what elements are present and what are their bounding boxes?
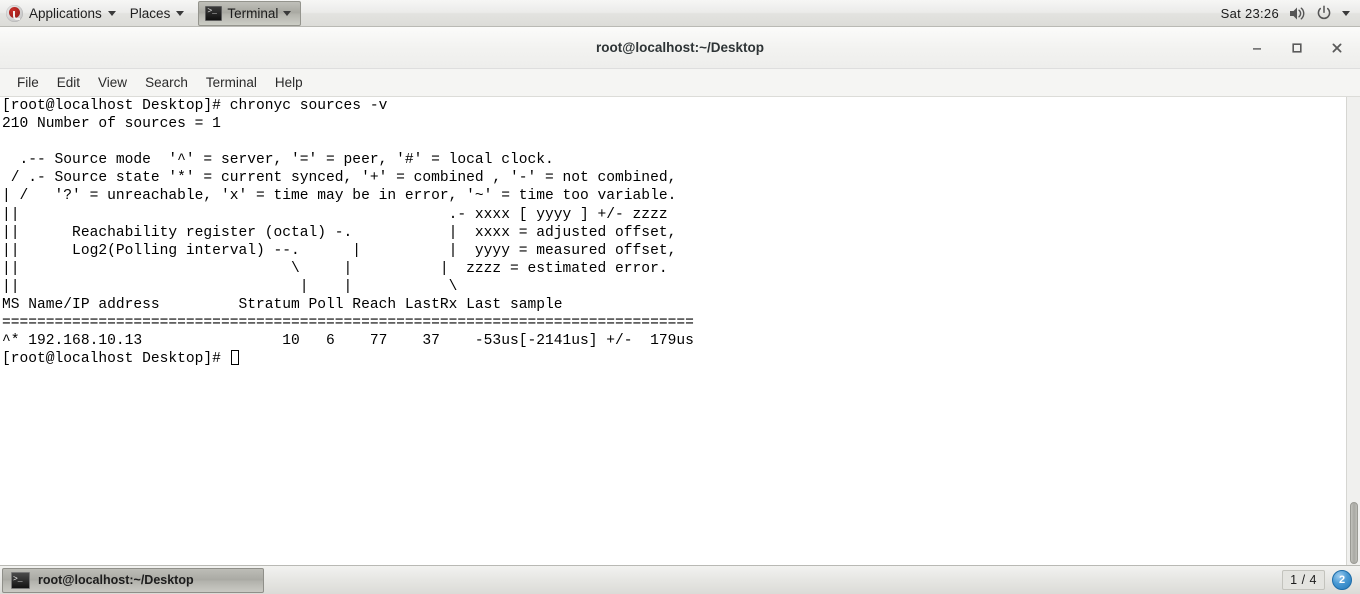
chevron-down-icon (107, 10, 116, 16)
terminal-icon (11, 571, 30, 589)
panel-window-button-label: Terminal (227, 5, 279, 21)
chevron-down-icon (176, 10, 185, 16)
terminal-cursor (230, 350, 239, 366)
power-icon[interactable] (1316, 5, 1332, 21)
speaker-icon[interactable] (1289, 6, 1306, 21)
menu-bar: File Edit View Search Terminal Help (0, 69, 1360, 97)
menu-file[interactable]: File (8, 72, 48, 93)
chevron-down-icon (283, 10, 292, 16)
terminal-scrollbar[interactable] (1346, 97, 1360, 565)
fedora-logo-icon (6, 4, 23, 22)
maximize-button[interactable] (1288, 39, 1306, 57)
terminal-output-area[interactable]: [root@localhost Desktop]# chronyc source… (0, 97, 1360, 565)
applications-menu-label: Applications (29, 5, 102, 21)
window-controls (1248, 27, 1346, 68)
window-titlebar[interactable]: root@localhost:~/Desktop (0, 27, 1360, 69)
taskbar-item-terminal[interactable]: root@localhost:~/Desktop (2, 567, 264, 593)
menu-terminal[interactable]: Terminal (197, 72, 266, 93)
top-panel: Applications Places Terminal Sat 23:26 (0, 0, 1360, 27)
applications-menu[interactable]: Applications (0, 0, 124, 27)
terminal-icon (205, 5, 223, 21)
menu-search[interactable]: Search (136, 72, 197, 93)
chevron-down-icon[interactable] (1342, 10, 1350, 16)
menu-view[interactable]: View (89, 72, 136, 93)
terminal-window: root@localhost:~/Desktop File Edit View … (0, 27, 1360, 565)
clock[interactable]: Sat 23:26 (1221, 6, 1279, 21)
workspace-switcher[interactable]: 1 / 4 (1282, 570, 1325, 590)
places-menu[interactable]: Places (124, 0, 193, 27)
menu-edit[interactable]: Edit (48, 72, 89, 93)
menu-help[interactable]: Help (266, 72, 312, 93)
places-menu-label: Places (129, 5, 171, 21)
notification-badge[interactable]: 2 (1332, 570, 1352, 590)
scrollbar-thumb[interactable] (1350, 502, 1358, 564)
taskbar-item-label: root@localhost:~/Desktop (38, 573, 194, 587)
bottom-status-area: 1 / 4 2 (1282, 570, 1360, 590)
window-title: root@localhost:~/Desktop (595, 40, 765, 55)
terminal-text: [root@localhost Desktop]# chronyc source… (2, 98, 694, 368)
minimize-button[interactable] (1248, 39, 1266, 57)
bottom-panel: root@localhost:~/Desktop 1 / 4 2 (0, 565, 1360, 594)
panel-window-button-terminal[interactable]: Terminal (198, 0, 302, 26)
panel-status-area: Sat 23:26 (1221, 0, 1360, 27)
close-button[interactable] (1328, 39, 1346, 57)
